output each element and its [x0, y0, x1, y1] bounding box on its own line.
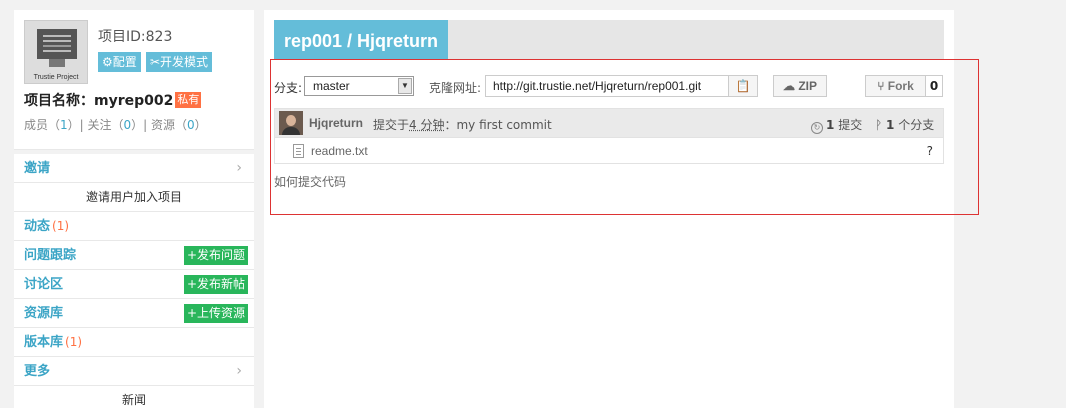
new-issue-button[interactable]: +发布问题: [183, 246, 248, 265]
page: Trustie Project 项目ID:823 ⚙配置 ✂开发模式 项目名称：…: [0, 0, 1066, 408]
project-sidebar: Trustie Project 项目ID:823 ⚙配置 ✂开发模式 项目名称：…: [14, 10, 254, 408]
menu-forum-label: 讨论区: [24, 277, 64, 292]
latest-commit-bar: Hjqreturn 提交于4 分钟：my first commit ↻ 1 提交 …: [274, 108, 944, 138]
private-badge: 私有: [175, 92, 202, 108]
upload-resource-button[interactable]: +上传资源: [183, 304, 248, 323]
resources-label: ）| 资源（: [131, 118, 188, 132]
monitor-stand: [49, 59, 65, 67]
fork-button[interactable]: ⑂ Fork: [865, 75, 926, 97]
menu-invite[interactable]: 邀请 ›: [14, 154, 254, 183]
config-button[interactable]: ⚙配置: [98, 52, 141, 72]
menu-forum[interactable]: 讨论区 +发布新帖: [14, 270, 254, 299]
menu-issues[interactable]: 问题跟踪 +发布问题: [14, 241, 254, 270]
file-name[interactable]: readme.txt: [311, 144, 368, 158]
branch-label: 分支:: [274, 81, 303, 95]
fork-icon: ⑂: [877, 79, 885, 93]
download-zip-button[interactable]: ☁ ZIP: [773, 75, 827, 97]
members-label: 成员（: [24, 118, 61, 132]
branch-select[interactable]: master ▼: [304, 76, 414, 96]
fork-count[interactable]: 0: [925, 75, 943, 97]
fork-label: Fork: [887, 79, 914, 93]
copy-clipboard-button[interactable]: 📋: [728, 75, 758, 97]
branches-number: 1: [886, 118, 895, 132]
avatar[interactable]: [279, 111, 303, 135]
branch-value: master: [313, 79, 350, 93]
repo-count: (1): [65, 335, 83, 349]
cloud-download-icon: ☁: [782, 79, 795, 93]
chevron-right-icon: ›: [236, 363, 242, 379]
file-icon: [293, 144, 304, 158]
menu-more[interactable]: 更多 ›: [14, 357, 254, 386]
menu-repo-label: 版本库: [24, 335, 64, 350]
monitor-icon: [37, 29, 77, 59]
project-name-value: myrep002: [94, 93, 174, 109]
commits-number: 1: [826, 118, 835, 132]
invite-users-link[interactable]: 邀请用户加入项目: [14, 183, 254, 212]
branch-icon: ᚹ: [875, 118, 883, 132]
menu-activity-label: 动态: [24, 219, 51, 234]
branches-stat[interactable]: ᚹ 1 个分支: [875, 116, 934, 133]
activity-count: (1): [52, 219, 70, 233]
commits-label: 提交: [838, 118, 863, 132]
clone-label: 克隆网址:: [429, 81, 482, 95]
project-id: 项目ID:823: [98, 29, 173, 45]
clone-url-input[interactable]: http://git.trustie.net/Hjqreturn/rep001.…: [485, 75, 729, 97]
commit-time: 4 分钟: [409, 118, 445, 132]
commit-text: ：my first commit: [444, 118, 552, 132]
menu-invite-label: 邀请: [24, 161, 51, 176]
project-name-label: 项目名称：: [24, 93, 94, 109]
commit-message: 提交于4 分钟：my first commit: [373, 116, 552, 133]
menu-issues-label: 问题跟踪: [24, 248, 77, 263]
logo-caption: Trustie Project: [33, 74, 79, 81]
project-logo[interactable]: Trustie Project: [24, 20, 88, 84]
dev-mode-button[interactable]: ✂开发模式: [146, 52, 213, 72]
commit-pre: 提交于: [373, 118, 410, 132]
follows-count[interactable]: 0: [124, 118, 132, 132]
dropdown-arrow-icon: ▼: [398, 78, 412, 94]
chevron-right-icon: ›: [236, 160, 242, 176]
clipboard-icon: 📋: [735, 79, 751, 93]
repo-title-bar: rep001 / Hjqreturn: [274, 20, 944, 60]
stats-end: ）: [194, 118, 207, 132]
menu-resources-label: 资源库: [24, 306, 64, 321]
repo-title[interactable]: rep001 / Hjqreturn: [274, 20, 449, 60]
how-to-commit-link[interactable]: 如何提交代码: [274, 173, 346, 190]
menu-more-label: 更多: [24, 364, 51, 379]
menu-resources[interactable]: 资源库 +上传资源: [14, 299, 254, 328]
file-meta: ?: [926, 144, 933, 158]
project-header: Trustie Project 项目ID:823 ⚙配置 ✂开发模式 项目名称：…: [14, 10, 254, 150]
zip-label: ZIP: [798, 79, 817, 93]
project-stats: 成员（1）| 关注（0）| 资源（0）: [24, 116, 207, 133]
menu-activity[interactable]: 动态 (1): [14, 212, 254, 241]
menu-repo[interactable]: 版本库 (1): [14, 328, 254, 357]
follows-label: ）| 关注（: [67, 118, 124, 132]
new-post-button[interactable]: +发布新帖: [183, 275, 248, 294]
news-link[interactable]: 新闻: [14, 386, 254, 408]
members-count[interactable]: 1: [60, 118, 68, 132]
commit-author[interactable]: Hjqreturn: [309, 116, 363, 130]
commit-icon: ↻: [811, 122, 823, 134]
commits-stat[interactable]: ↻ 1 提交: [811, 116, 862, 134]
resources-count[interactable]: 0: [187, 118, 195, 132]
file-row[interactable]: readme.txt ?: [274, 138, 944, 164]
project-name: 项目名称：myrep002 私有: [24, 90, 202, 110]
branches-label: 个分支: [898, 118, 935, 132]
